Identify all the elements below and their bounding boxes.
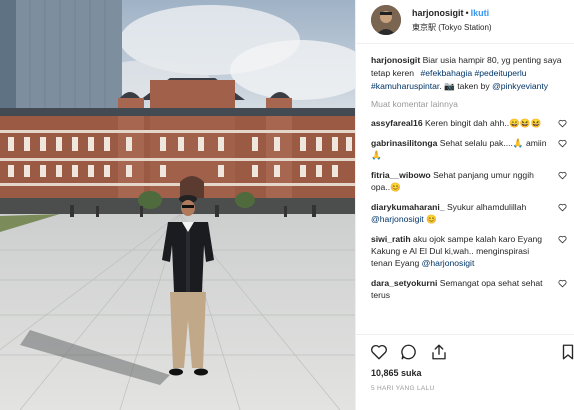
post-photo[interactable] [0, 0, 355, 410]
comment-like-heart-icon[interactable] [558, 119, 567, 128]
heart-icon[interactable] [370, 343, 388, 361]
post-timestamp[interactable]: 5 HARI YANG LALU [371, 385, 434, 392]
comment-like-heart-icon[interactable] [558, 203, 567, 212]
comment-text: Keren bingit dah ahh..😄😆😆 [425, 118, 542, 128]
comment-item: dara_setyokurni Semangat opa sehat sehat… [371, 277, 567, 301]
hashtag-link[interactable]: #efekbahagia [421, 68, 473, 78]
comment-like-heart-icon[interactable] [558, 279, 567, 288]
post-username[interactable]: harjonosigit [412, 8, 464, 18]
avatar[interactable] [371, 5, 401, 35]
comment-username[interactable]: siwi_ratih [371, 234, 411, 244]
mention-link[interactable]: @harjonosigit [371, 214, 424, 224]
likes-count[interactable]: 10,865 suka [371, 368, 422, 378]
comment-username[interactable]: gabrinasilitonga [371, 138, 437, 148]
comment-item: diarykumaharani_ Syukur alhamdulillah @h… [371, 201, 567, 225]
comment-item: gabrinasilitonga Sehat selalu pak....🙏 a… [371, 137, 567, 161]
post-location[interactable]: 東京駅 (Tokyo Station) [412, 22, 492, 33]
post-caption: harjonosigit Biar usia hampir 80, yg pen… [371, 54, 567, 93]
follow-button[interactable]: Ikuti [471, 8, 490, 18]
hashtag-link[interactable]: #kamuharuspintar [371, 81, 439, 91]
post-actions: 10,865 suka 5 HARI YANG LALU [356, 334, 574, 410]
post-header: harjonosigit • Ikuti 東京駅 (Tokyo Station) [356, 0, 574, 44]
comment-text: Syukur alhamdulillah [446, 202, 527, 212]
comment-like-heart-icon[interactable] [558, 139, 567, 148]
comment-item: fitria__wibowo Sehat panjang umur nggih … [371, 169, 567, 193]
avatar-image [371, 5, 401, 35]
comment-like-heart-icon[interactable] [558, 235, 567, 244]
comment-suffix: 😊 [423, 214, 437, 224]
comment-item: siwi_ratih aku ojok sampe kalah karo Eya… [371, 233, 567, 269]
tokyo-station-photo [0, 0, 355, 410]
bookmark-icon[interactable] [559, 343, 574, 361]
mention-link[interactable]: @harjonosigit [422, 258, 475, 268]
post-detail-panel: harjonosigit • Ikuti 東京駅 (Tokyo Station) h… [355, 0, 574, 410]
load-more-comments-button[interactable]: Muat komentar lainnya [371, 99, 567, 109]
separator-dot: • [465, 8, 469, 18]
hashtag-link[interactable]: #pedeituperlu [475, 68, 527, 78]
share-icon[interactable] [430, 343, 448, 361]
comment-username[interactable]: assyfareal16 [371, 118, 423, 128]
comments-list: harjonosigit Biar usia hampir 80, yg pen… [371, 54, 567, 334]
comment-item: assyfareal16 Keren bingit dah ahh..😄😆😆 [371, 117, 567, 129]
comment-username[interactable]: dara_setyokurni [371, 278, 437, 288]
comment-icon[interactable] [400, 343, 418, 361]
comment-username[interactable]: fitria__wibowo [371, 170, 431, 180]
mention-link[interactable]: @pinkyevianty [492, 81, 548, 91]
comment-username[interactable]: diarykumaharani_ [371, 202, 445, 212]
comment-like-heart-icon[interactable] [558, 171, 567, 180]
caption-username[interactable]: harjonosigit [371, 55, 420, 65]
caption-taken-by: . 📷 taken by [439, 81, 493, 91]
